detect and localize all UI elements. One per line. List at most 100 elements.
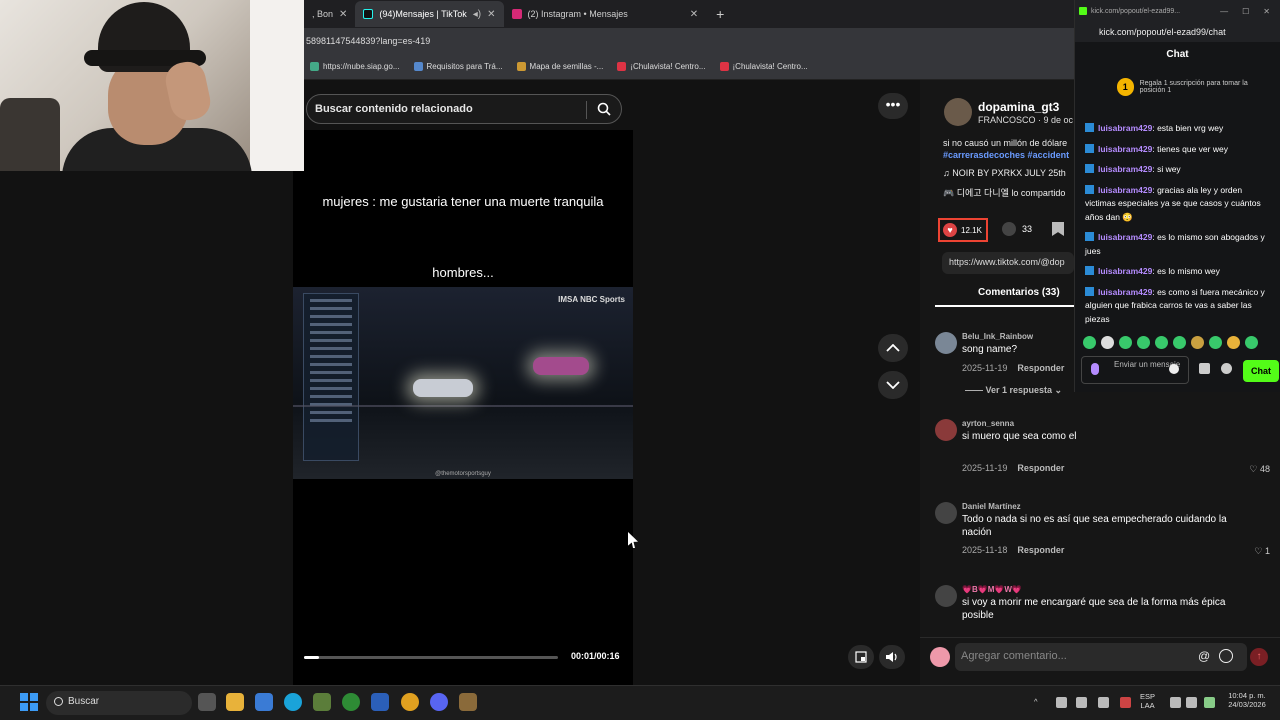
xbox-icon[interactable] [342, 693, 360, 711]
tab-instagram[interactable]: (2) Instagram • Mensajes ✕ [504, 1, 707, 27]
post-hashtags[interactable]: #carrerasdecoches #accident [943, 150, 1069, 160]
microphone-icon[interactable] [1091, 363, 1099, 375]
kick-gift-promo[interactable]: 1 Regala 1 suscripción para tomar la pos… [1085, 72, 1270, 102]
author-name[interactable]: dopamina_gt3 [978, 100, 1059, 114]
close-icon[interactable]: ✕ [690, 9, 698, 20]
chrome-icon[interactable] [401, 693, 419, 711]
emote-icon[interactable] [1191, 336, 1204, 349]
emote-icon[interactable] [1119, 336, 1132, 349]
store-icon[interactable] [1199, 363, 1210, 374]
microphone-icon[interactable] [1098, 697, 1109, 708]
reply-button[interactable]: Responder [1017, 363, 1064, 373]
wifi-icon[interactable] [1170, 697, 1181, 708]
speaker-icon[interactable]: ◂) [473, 9, 481, 20]
edge-icon[interactable] [284, 693, 302, 711]
comment-user[interactable]: Belu_Ink_Rainbow [962, 332, 1033, 341]
emoji-icon[interactable] [1219, 649, 1233, 663]
reply-button[interactable]: Responder [1017, 545, 1064, 555]
kick-send-button[interactable]: Chat [1243, 360, 1279, 382]
comment-user[interactable]: 💗B💗M💗W💗 [962, 585, 1022, 594]
emote-icon[interactable] [1173, 336, 1186, 349]
emoji-icon[interactable] [1169, 364, 1179, 374]
avatar[interactable] [930, 647, 950, 667]
miniplayer-button[interactable] [848, 645, 874, 669]
close-icon[interactable]: ✕ [487, 9, 495, 20]
minimize-icon[interactable]: — [1220, 7, 1228, 16]
keyboard-language[interactable]: ESP LAA [1140, 692, 1155, 710]
comment-likes[interactable]: ♡ 1 [1254, 546, 1270, 557]
tray-icon[interactable] [1056, 697, 1067, 708]
volume-button[interactable] [879, 645, 905, 669]
view-replies-link[interactable]: —— Ver 1 respuesta ⌄ [965, 385, 1062, 396]
volume-icon[interactable] [1186, 697, 1197, 708]
windows-start-icon[interactable] [20, 693, 38, 711]
search-icon[interactable] [597, 102, 611, 116]
post-music[interactable]: ♫ NOIR BY PXRKX JULY 25th [943, 168, 1066, 178]
comment-item: 💗B💗M💗W💗 si voy a morir me encargaré que … [935, 585, 1275, 633]
cloud-icon[interactable] [1076, 697, 1087, 708]
tray-icon[interactable] [1120, 697, 1131, 708]
reply-button[interactable]: Responder [1017, 463, 1064, 473]
bookmark-item[interactable]: Mapa de semillas -... [516, 62, 603, 71]
emote-icon[interactable] [1227, 336, 1240, 349]
emote-icon[interactable] [1083, 336, 1096, 349]
bookmark-item[interactable]: Requisitos para Trá... [413, 62, 503, 71]
new-tab-icon[interactable]: + [716, 6, 724, 22]
previous-video-button[interactable] [878, 334, 908, 362]
task-view-icon[interactable] [198, 693, 216, 711]
taskbar-search[interactable]: Buscar [46, 691, 192, 715]
avatar[interactable] [935, 332, 957, 354]
chat-username[interactable]: luisabram429 [1085, 287, 1152, 297]
avatar[interactable] [944, 98, 972, 126]
copy-link-field[interactable]: https://www.tiktok.com/@dop [942, 252, 1074, 274]
avatar[interactable] [935, 419, 957, 441]
send-comment-button[interactable]: ↑ [1250, 648, 1268, 666]
minecraft-icon[interactable] [313, 693, 331, 711]
post-effect[interactable]: 🎮 디에고 다니엘 lo compartido [943, 186, 1065, 199]
maximize-icon[interactable]: ☐ [1242, 7, 1249, 16]
store-icon[interactable] [255, 693, 273, 711]
chat-username[interactable]: luisabram429 [1085, 123, 1152, 133]
related-search-input[interactable]: Buscar contenido relacionado [306, 94, 622, 124]
tab-comments[interactable]: Comentarios (33) [978, 287, 1060, 298]
comment-count-button[interactable]: 33 [1002, 222, 1032, 236]
kick-address-bar[interactable]: kick.com/popout/el-ezad99/chat [1075, 22, 1280, 42]
word-icon[interactable] [371, 693, 389, 711]
bookmark-item[interactable]: ¡Chulavista! Centro... [617, 62, 706, 71]
discord-icon[interactable] [430, 693, 448, 711]
bookmark-item[interactable]: https://nube.siap.go... [310, 62, 400, 71]
avatar[interactable] [935, 502, 957, 524]
emote-icon[interactable] [1209, 336, 1222, 349]
emote-icon[interactable] [1245, 336, 1258, 349]
video-player[interactable]: mujeres : me gustaria tener una muerte t… [293, 130, 633, 685]
next-video-button[interactable] [878, 371, 908, 399]
app-icon[interactable] [459, 693, 477, 711]
gear-icon[interactable] [1221, 363, 1232, 374]
mention-icon[interactable]: @ [1198, 649, 1210, 663]
chat-username[interactable]: luisabram429 [1085, 144, 1152, 154]
chat-username[interactable]: luisabram429 [1085, 185, 1152, 195]
close-icon[interactable]: ✕ [1263, 7, 1270, 16]
comment-user[interactable]: Daniel Martínez [962, 502, 1021, 511]
tray-overflow-icon[interactable]: ^ [1034, 697, 1038, 706]
emote-icon[interactable] [1155, 336, 1168, 349]
comment-user[interactable]: ayrton_senna [962, 419, 1014, 428]
chat-username[interactable]: luisabram429 [1085, 232, 1152, 242]
clock[interactable]: 10:04 p. m. 24/03/2026 [1222, 691, 1272, 709]
close-icon[interactable]: ✕ [339, 9, 347, 20]
chat-username[interactable]: luisabram429 [1085, 266, 1152, 276]
more-options-button[interactable]: ••• [878, 93, 908, 119]
tab-bon[interactable]: , Bon ✕ [304, 1, 355, 27]
comment-likes[interactable]: ♡ 48 [1249, 464, 1270, 475]
avatar[interactable] [935, 585, 957, 607]
battery-icon[interactable] [1204, 697, 1215, 708]
chat-username[interactable]: luisabram429 [1085, 164, 1152, 174]
bookmark-item[interactable]: ¡Chulavista! Centro... [719, 62, 808, 71]
video-progress-bar[interactable] [304, 656, 558, 659]
tab-tiktok[interactable]: (94)Mensajes | TikTok ◂) ✕ [355, 1, 504, 27]
file-explorer-icon[interactable] [226, 693, 244, 711]
emote-icon[interactable] [1101, 336, 1114, 349]
like-button[interactable]: ♥ 12.1K [938, 218, 988, 242]
address-bar[interactable]: 58981147544839?lang=es-419 [304, 28, 1074, 54]
emote-icon[interactable] [1137, 336, 1150, 349]
